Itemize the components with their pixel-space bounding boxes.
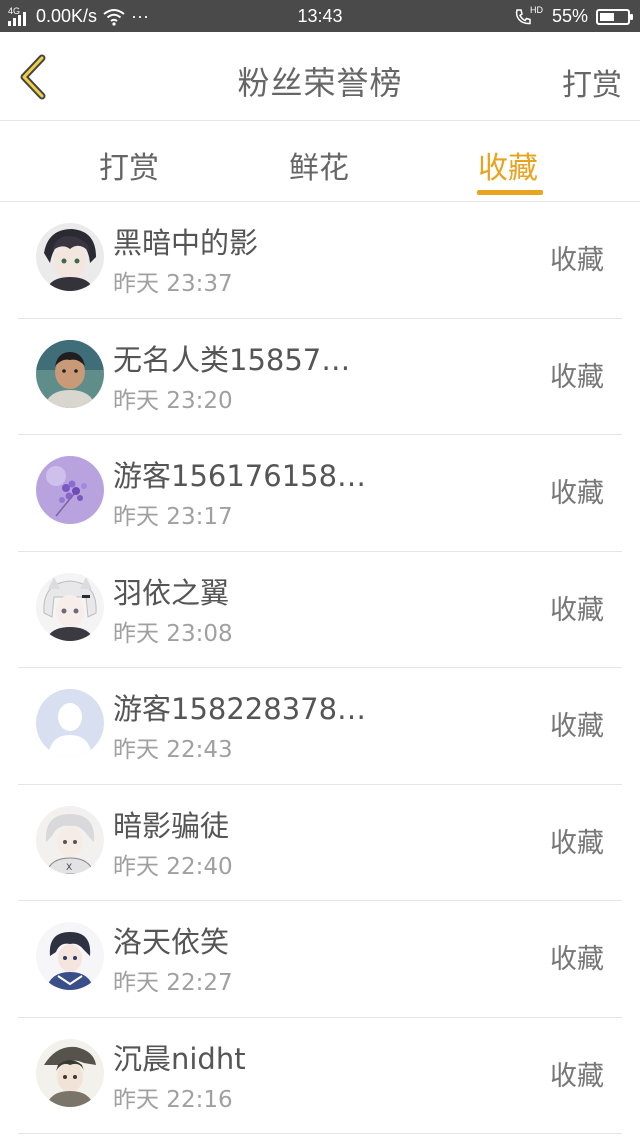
user-name: 游客156176158… xyxy=(113,459,367,493)
anime-silver-hair-avatar-icon: X xyxy=(36,805,104,874)
action-label: 收藏 xyxy=(550,245,604,276)
svg-text:X: X xyxy=(66,863,72,873)
avatar xyxy=(36,223,104,291)
action-label: 收藏 xyxy=(550,594,604,626)
favorite-time: 昨天 22:27 xyxy=(113,970,233,996)
avatar xyxy=(36,572,104,641)
lavender-flowers-avatar-icon xyxy=(36,456,104,524)
favorite-time: 昨天 23:17 xyxy=(113,504,233,530)
reward-button[interactable]: 打赏 xyxy=(562,60,622,104)
action-label: 收藏 xyxy=(550,478,604,509)
battery-icon xyxy=(596,8,633,25)
tab-reward[interactable]: 打赏 xyxy=(99,143,159,187)
list-item[interactable]: 无名人类15857… 昨天 23:20 收藏 xyxy=(0,319,640,435)
user-name: 沉晨nidht xyxy=(113,1041,246,1076)
user-name: 黑暗中的影 xyxy=(113,226,259,260)
avatar xyxy=(36,339,104,408)
tab-bar: 打赏 鲜花 收藏 xyxy=(0,121,640,202)
favorite-time: 昨天 22:40 xyxy=(113,853,233,880)
anime-white-hair-avatar-icon xyxy=(36,572,104,641)
photo-child-avatar-icon xyxy=(36,339,104,408)
action-label: 收藏 xyxy=(550,361,604,393)
fan-list: 黑暗中的影 昨天 23:37 收藏 无名人类15857… 昨天 23:20 收藏 xyxy=(0,202,640,1134)
action-label: 收藏 xyxy=(550,827,604,859)
action-label: 收藏 xyxy=(550,1060,604,1092)
list-item[interactable]: 黑暗中的影 昨天 23:37 收藏 xyxy=(0,202,640,319)
list-item[interactable]: 沉晨nidht 昨天 22:16 收藏 xyxy=(0,1018,640,1134)
avatar: X xyxy=(36,805,104,874)
user-name: 羽依之翼 xyxy=(113,575,230,610)
list-item[interactable]: X 暗影骗徒 昨天 22:40 收藏 xyxy=(0,785,640,901)
avatar xyxy=(36,922,104,990)
battery-percent: 55% xyxy=(551,6,588,26)
action-label: 收藏 xyxy=(550,711,604,742)
avatar xyxy=(36,456,104,524)
user-name: 洛天依笑 xyxy=(113,925,230,959)
status-right: HD 55% xyxy=(514,4,633,27)
user-name: 暗影骗徒 xyxy=(113,808,230,843)
list-item[interactable]: 游客158228378… 昨天 22:43 收藏 xyxy=(0,668,640,785)
anime-hat-avatar-icon xyxy=(36,1038,104,1107)
default-person-avatar-icon xyxy=(36,689,104,757)
anime-character-avatar-icon xyxy=(36,223,104,291)
app-header: 粉丝荣誉榜 打赏 xyxy=(0,32,640,121)
user-name: 游客158228378… xyxy=(113,692,367,726)
active-tab-indicator xyxy=(477,190,543,195)
favorite-time: 昨天 23:37 xyxy=(113,271,233,297)
action-label: 收藏 xyxy=(550,944,604,975)
avatar xyxy=(36,689,104,757)
status-bar: 4G 0.00K/s ··· 13:43 HD 55% xyxy=(0,0,640,32)
tab-flowers[interactable]: 鲜花 xyxy=(289,143,349,187)
hd-call-icon: HD xyxy=(514,4,544,26)
user-name: 无名人类15857… xyxy=(113,342,351,377)
list-item[interactable]: 洛天依笑 昨天 22:27 收藏 xyxy=(0,901,640,1018)
page-title: 粉丝荣誉榜 xyxy=(237,64,403,102)
avatar xyxy=(36,1038,104,1107)
divider xyxy=(18,1133,622,1134)
hd-label: HD xyxy=(529,4,543,15)
favorite-time: 昨天 22:16 xyxy=(113,1086,233,1113)
favorite-time: 昨天 23:08 xyxy=(113,620,233,647)
list-item[interactable]: 羽依之翼 昨天 23:08 收藏 xyxy=(0,552,640,668)
list-item[interactable]: 游客156176158… 昨天 23:17 收藏 xyxy=(0,435,640,552)
tab-favorites[interactable]: 收藏 xyxy=(478,143,538,187)
favorite-time: 昨天 22:43 xyxy=(113,737,233,763)
favorite-time: 昨天 23:20 xyxy=(113,387,233,414)
anime-dark-hair-avatar-icon xyxy=(36,922,104,990)
